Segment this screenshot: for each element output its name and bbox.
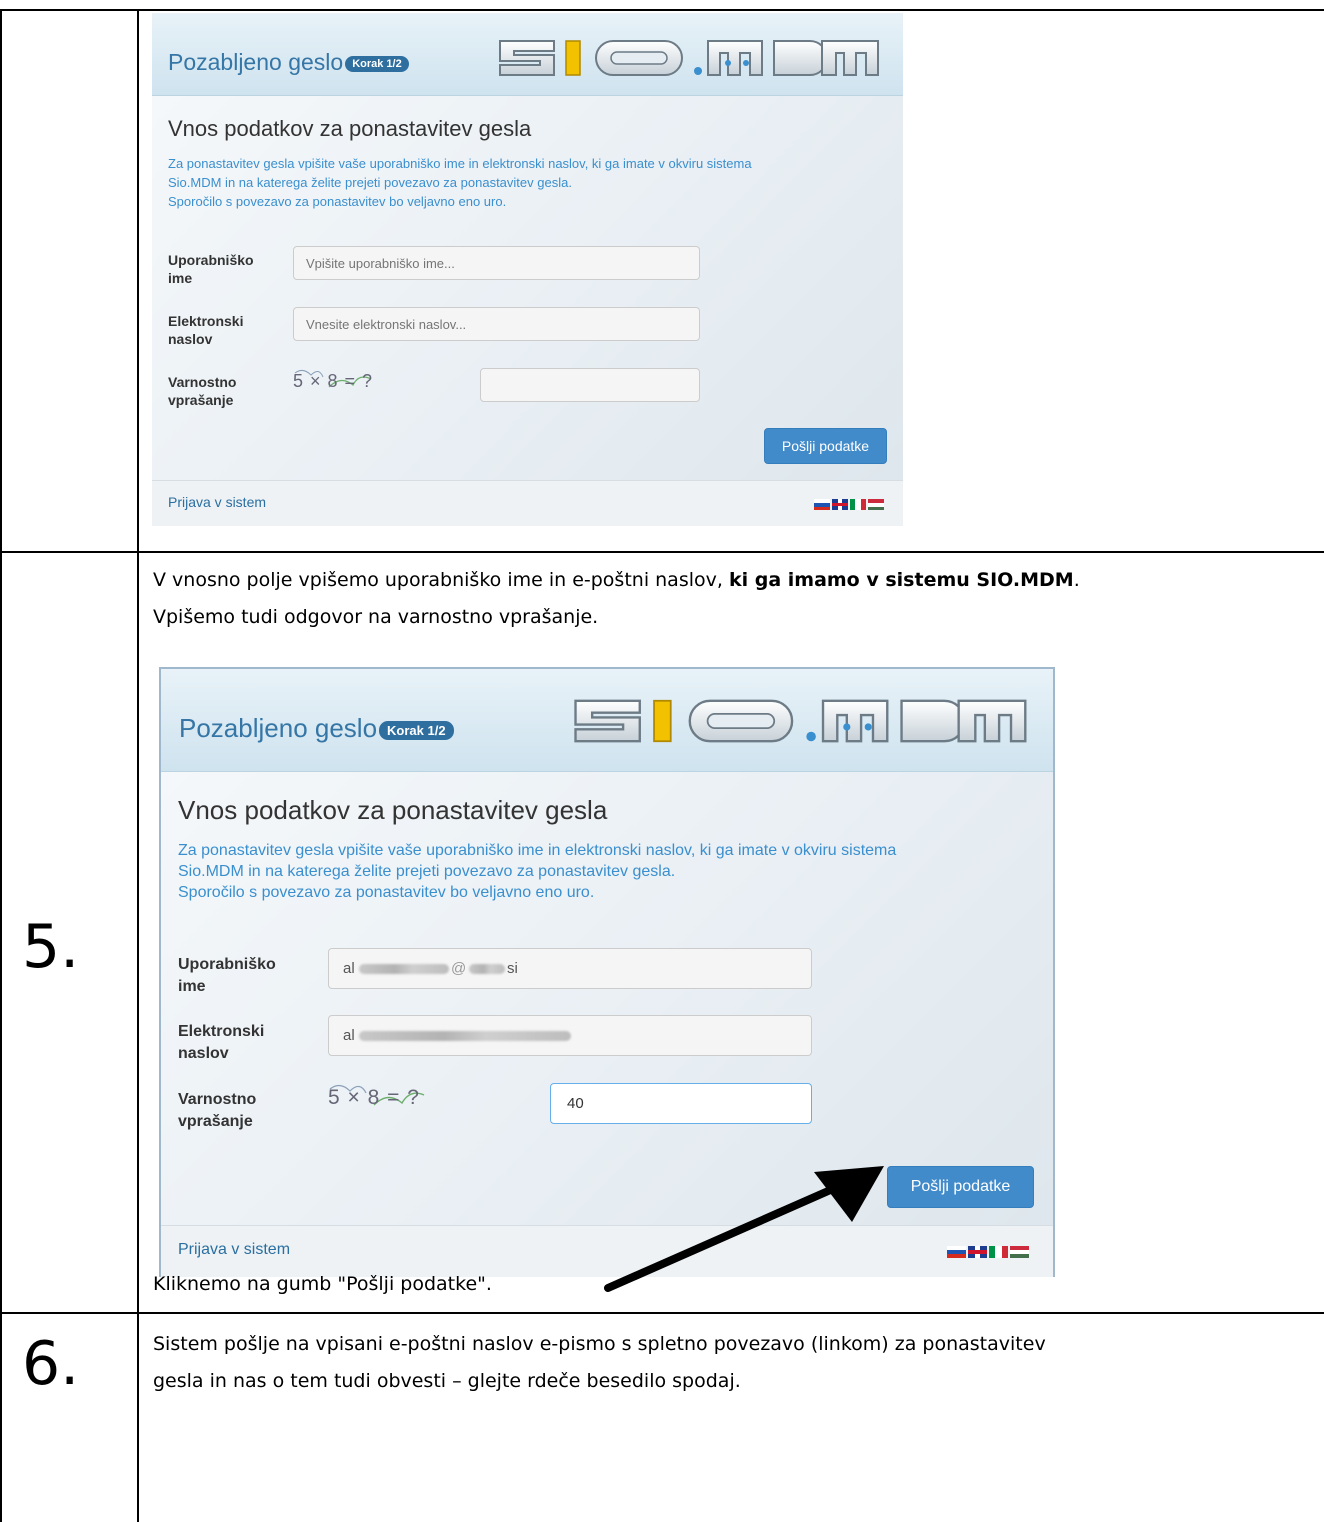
panel-footer: Prijava v sistem — [152, 480, 903, 526]
step-number-6: 6. — [22, 1329, 80, 1399]
redacted-text — [469, 964, 505, 974]
info-line: Sio.MDM in na katerega želite prejeti po… — [168, 175, 572, 190]
username-label: Uporabniško ime — [178, 956, 276, 995]
table-column-divider — [137, 9, 139, 1522]
step-number-5: 5. — [22, 912, 80, 982]
flag-slovenia-icon[interactable] — [814, 499, 830, 510]
sio-mdm-logo — [574, 699, 1027, 743]
header-title-text: Pozabljeno geslo — [168, 49, 344, 75]
username-input[interactable] — [293, 246, 700, 280]
panel-header-title: Pozabljeno geslo Korak 1/2 — [168, 49, 409, 76]
info-line: Sporočilo s povezavo za ponastavitev bo … — [178, 884, 595, 901]
submit-button[interactable]: Pošlji podatke — [764, 428, 887, 464]
captcha-image: 5 × 8 = ? — [293, 365, 413, 399]
form-heading: Vnos podatkov za ponastavitev gesla — [168, 116, 532, 141]
flag-uk-icon[interactable] — [968, 1246, 987, 1258]
table-border-top — [0, 9, 1324, 11]
email-input[interactable]: al — [328, 1015, 812, 1056]
captcha-text: 5 × 8 = ? — [328, 1086, 420, 1109]
step5-intro: V vnosno polje vpišemo uporabniško ime i… — [153, 562, 1313, 636]
submit-button[interactable]: Pošlji podatke — [887, 1166, 1034, 1208]
email-input[interactable] — [293, 307, 700, 341]
language-flags — [814, 499, 884, 510]
login-link[interactable]: Prijava v sistem — [178, 1241, 290, 1259]
step-badge: Korak 1/2 — [345, 55, 409, 72]
login-link[interactable]: Prijava v sistem — [168, 494, 266, 510]
info-line: Sio.MDM in na katerega želite prejeti po… — [178, 863, 676, 880]
sio-mdm-logo — [499, 40, 879, 76]
captcha-image: 5 × 8 = ? — [328, 1079, 478, 1119]
flag-italy-icon[interactable] — [989, 1246, 1008, 1258]
table-row-divider-2 — [0, 1312, 1324, 1314]
info-text: Za ponastavitev gesla vpišite vaše upora… — [168, 154, 752, 211]
security-answer-input[interactable]: 40 — [550, 1083, 812, 1124]
redacted-text — [359, 1031, 571, 1041]
info-line: Za ponastavitev gesla vpišite vaše upora… — [168, 156, 752, 171]
panel-header: Pozabljeno geslo Korak 1/2 — [161, 669, 1053, 772]
captcha-text: 5 × 8 = ? — [293, 371, 374, 391]
username-label: Uporabniško ime — [168, 252, 254, 286]
step6-text-line1: Sistem pošlje na vpisani e-poštni naslov… — [153, 1333, 1046, 1355]
security-answer-input[interactable] — [480, 368, 700, 402]
form-heading: Vnos podatkov za ponastavitev gesla — [178, 795, 608, 825]
flag-slovenia-icon[interactable] — [947, 1246, 966, 1258]
info-text: Za ponastavitev gesla vpišite vaše upora… — [178, 840, 896, 903]
flag-hungary-icon[interactable] — [868, 499, 884, 510]
step-badge: Korak 1/2 — [379, 720, 454, 740]
step5-intro-line1: V vnosno polje vpišemo uporabniško ime i… — [153, 569, 1080, 591]
flag-italy-icon[interactable] — [850, 499, 866, 510]
panel-header: Pozabljeno geslo Korak 1/2 — [152, 13, 903, 96]
username-input[interactable]: al @ si — [328, 948, 812, 989]
redacted-text — [359, 964, 449, 974]
flag-hungary-icon[interactable] — [1010, 1246, 1029, 1258]
header-title-text: Pozabljeno geslo — [179, 713, 378, 743]
info-line: Sporočilo s povezavo za ponastavitev bo … — [168, 194, 507, 209]
screenshot-forgot-password-empty: Pozabljeno geslo Korak 1/2 Vnos podatkov … — [152, 13, 903, 526]
step5-outro: Kliknemo na gumb "Pošlji podatke". — [153, 1273, 492, 1295]
security-question-label: Varnostno vprašanje — [178, 1091, 257, 1130]
info-line: Za ponastavitev gesla vpišite vaše upora… — [178, 842, 897, 859]
step6-text-line2: gesla in nas o tem tudi obvesti – glejte… — [153, 1370, 741, 1392]
table-row-divider-1 — [0, 551, 1324, 553]
annotation-arrow-icon — [604, 1166, 884, 1292]
email-label: Elektronski naslov — [178, 1023, 265, 1062]
step6-text: Sistem pošlje na vpisani e-poštni naslov… — [153, 1326, 1313, 1400]
panel-header-title: Pozabljeno geslo Korak 1/2 — [179, 713, 454, 744]
flag-uk-icon[interactable] — [832, 499, 848, 510]
language-flags — [947, 1246, 1029, 1258]
email-label: Elektronski naslov — [168, 313, 244, 347]
table-border-left — [0, 9, 2, 1522]
step5-intro-line2: Vpišemo tudi odgovor na varnostno vpraša… — [153, 606, 599, 628]
security-question-label: Varnostno vprašanje — [168, 374, 237, 408]
